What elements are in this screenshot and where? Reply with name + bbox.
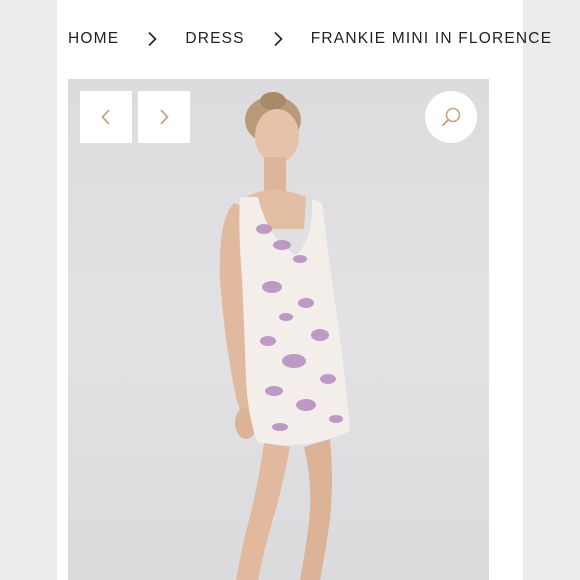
breadcrumb-home[interactable]: HOME <box>68 30 119 48</box>
next-image-button[interactable] <box>138 91 190 143</box>
search-icon <box>442 107 461 126</box>
breadcrumb-dress[interactable]: DRESS <box>185 30 244 48</box>
breadcrumb: HOME DRESS FRANKIE MINI IN FLORENCE <box>68 27 552 51</box>
zoom-button[interactable] <box>425 91 477 143</box>
chevron-right-icon <box>160 109 169 125</box>
model-illustration <box>219 92 350 580</box>
product-photo[interactable] <box>68 79 489 580</box>
page-margin-left <box>0 0 57 580</box>
previous-image-button[interactable] <box>80 91 132 143</box>
chevron-right-icon <box>139 31 165 47</box>
breadcrumb-current: FRANKIE MINI IN FLORENCE <box>310 30 553 47</box>
chevron-left-icon <box>101 109 110 125</box>
page-margin-right <box>523 0 580 580</box>
chevron-right-icon <box>265 31 291 47</box>
